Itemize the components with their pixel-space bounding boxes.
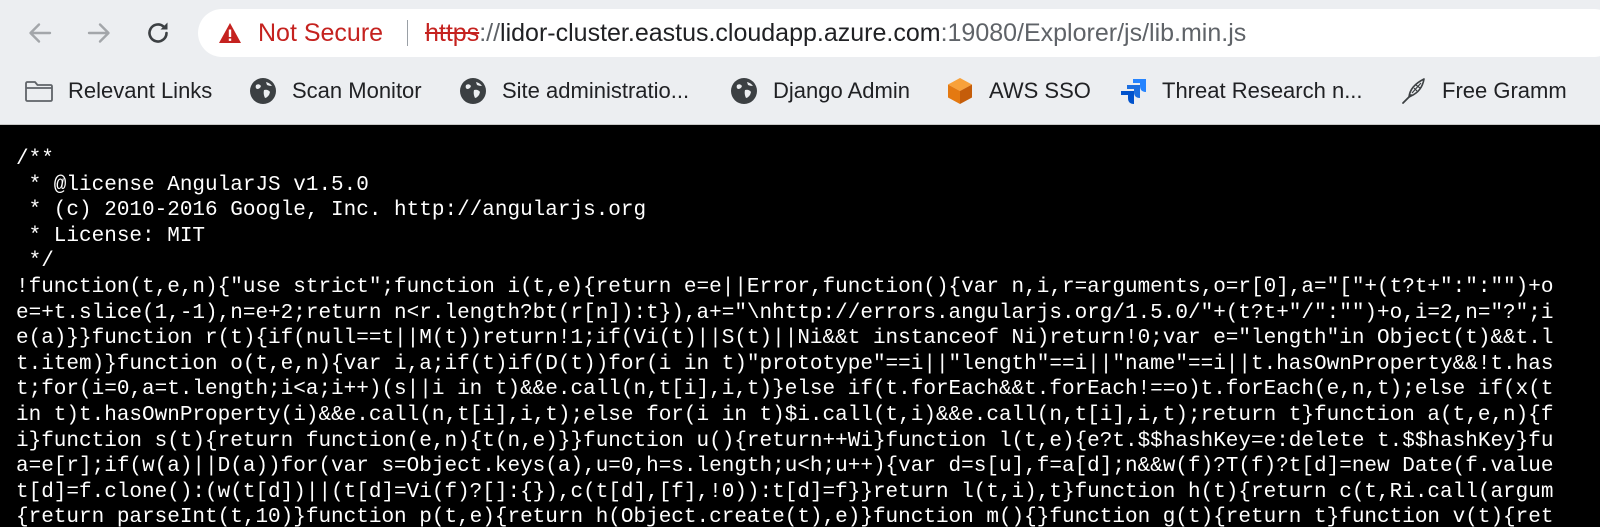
code-line: e(a)}}function r(t){if(null==t||M(t))ret… bbox=[16, 327, 1554, 351]
url-host: lidor-cluster.eastus.cloudapp.azure.com bbox=[500, 19, 941, 47]
code-line: * @license AngularJS v1.5.0 bbox=[16, 173, 369, 197]
security-indicator[interactable]: Not Secure bbox=[218, 9, 383, 57]
browser-toolbar: Not Secure https://lidor-cluster.eastus.… bbox=[0, 0, 1600, 66]
aws-cube-icon bbox=[945, 76, 975, 106]
arrow-right-icon bbox=[87, 23, 110, 43]
bookmark-label: AWS SSO bbox=[989, 78, 1091, 103]
reload-button[interactable] bbox=[138, 13, 178, 53]
folder-icon bbox=[24, 76, 54, 106]
address-separator bbox=[407, 20, 408, 46]
bookmark-label: Site administratio... bbox=[502, 78, 690, 103]
code-line: in t)t.hasOwnProperty(i)&&e.call(n,t[i],… bbox=[16, 403, 1554, 427]
browser-chrome: Not Secure https://lidor-cluster.eastus.… bbox=[0, 0, 1600, 125]
globe-icon bbox=[458, 76, 488, 106]
bookmarks-bar: Relevant Links Scan Monitor Site adminis… bbox=[0, 68, 1600, 114]
bookmark-scan-monitor[interactable]: Scan Monitor bbox=[248, 68, 422, 114]
bookmark-site-administration[interactable]: Site administratio... bbox=[458, 68, 689, 114]
code-line: e=+t.slice(1,-1),n=e+2;return n<r.length… bbox=[16, 301, 1554, 325]
bookmark-aws-sso[interactable]: AWS SSO bbox=[945, 68, 1091, 114]
globe-icon bbox=[729, 76, 759, 106]
bookmark-label: Threat Research n... bbox=[1162, 78, 1363, 103]
code-line: * License: MIT bbox=[16, 224, 206, 248]
code-line: !function(t,e,n){"use strict";function i… bbox=[16, 275, 1554, 299]
bookmark-free-grammar[interactable]: Free Gramm bbox=[1398, 68, 1567, 114]
globe-icon bbox=[248, 76, 278, 106]
code-line: i}function s(t){return function(e,n){t(n… bbox=[16, 429, 1554, 453]
address-bar[interactable]: Not Secure https://lidor-cluster.eastus.… bbox=[198, 9, 1600, 57]
code-line: {return parseInt(t,10)}function p(t,e){r… bbox=[16, 506, 1554, 527]
url-separator: :// bbox=[479, 19, 501, 47]
back-button[interactable] bbox=[20, 13, 60, 53]
url-path: :19080/Explorer/js/lib.min.js bbox=[940, 19, 1247, 47]
bookmark-label: Django Admin bbox=[773, 78, 910, 103]
forward-button[interactable] bbox=[79, 13, 119, 53]
code-line: t[d]=f.clone():(w(t[d])||(t[d]=Vi(f)?[]:… bbox=[16, 480, 1554, 504]
bookmark-label: Free Gramm bbox=[1442, 78, 1567, 103]
source-code-view[interactable]: /** * @license AngularJS v1.5.0 * (c) 20… bbox=[0, 125, 1600, 527]
url-scheme: https bbox=[425, 19, 480, 47]
code-line: t.item)}function o(t,e,n){var i,a;if(t)i… bbox=[16, 352, 1554, 376]
code-line: */ bbox=[16, 250, 54, 274]
reload-icon bbox=[148, 22, 168, 43]
arrow-left-icon bbox=[29, 23, 52, 43]
bookmark-label: Scan Monitor bbox=[292, 78, 422, 103]
code-line: /** bbox=[16, 148, 54, 171]
jira-icon bbox=[1118, 76, 1148, 106]
code-line: t;for(i=0,a=t.length;i<a;i++)(s||i in t)… bbox=[16, 378, 1554, 402]
url-text[interactable]: https://lidor-cluster.eastus.cloudapp.az… bbox=[425, 9, 1246, 57]
bookmark-relevant-links[interactable]: Relevant Links bbox=[24, 68, 212, 114]
code-line: * (c) 2010-2016 Google, Inc. http://angu… bbox=[16, 199, 647, 223]
code-text: /** * @license AngularJS v1.5.0 * (c) 20… bbox=[16, 147, 1553, 527]
code-line: a=e[r];if(w(a)||D(a))for(var s=Object.ke… bbox=[16, 455, 1554, 479]
quill-icon bbox=[1398, 76, 1428, 106]
bookmark-django-admin[interactable]: Django Admin bbox=[729, 68, 910, 114]
warning-icon bbox=[219, 23, 241, 43]
bookmark-threat-research[interactable]: Threat Research n... bbox=[1118, 68, 1363, 114]
bookmark-label: Relevant Links bbox=[68, 78, 213, 103]
security-label: Not Secure bbox=[258, 18, 384, 47]
